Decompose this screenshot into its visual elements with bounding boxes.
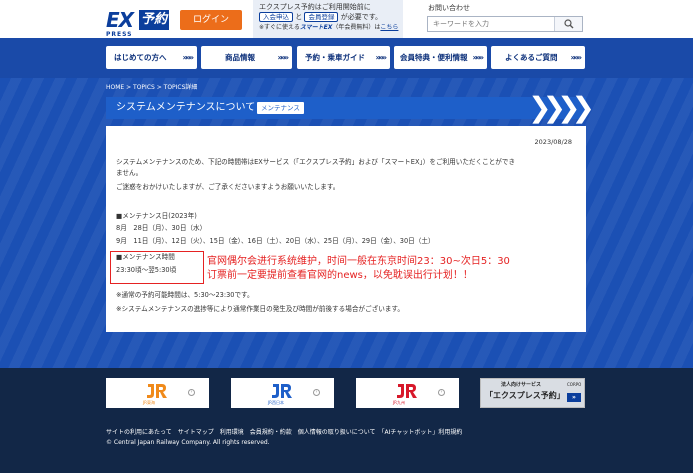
corporate-mini-label: CORPO	[567, 382, 582, 387]
annotation-line-1: 官网偶尔会进行系统维护，时间一般在东京时间23：30~次日5：30	[207, 256, 510, 267]
admission-button[interactable]: 入会申込	[259, 12, 293, 22]
nav-item-label: はじめての方へ	[114, 53, 167, 62]
jr-kyushu-label: JR九州	[393, 400, 405, 405]
nav-item-ride-guide[interactable]: 予約・乗車ガイド »»»	[297, 46, 390, 69]
chevron-right-icon: »»»	[472, 53, 483, 62]
corporate-express-title: 「エクスプレス予約」	[485, 391, 565, 400]
maintenance-days-aug: 8月 28日（月）、30日（水）	[116, 224, 207, 232]
nav-item-label: 予約・乗車ガイド	[305, 53, 365, 62]
chevron-right-icon: ›	[188, 389, 195, 396]
nav-item-faq[interactable]: よくあるご質問 »»»	[491, 46, 585, 69]
jr-west-banner[interactable]: JR西日本 ›	[231, 378, 334, 408]
logo-sub-text: PRESS	[106, 31, 133, 38]
inquiry-link[interactable]: お問い合わせ	[428, 4, 470, 13]
notice-line3: ※すぐに使えるスマートEX（年会費無料）はこちら	[259, 23, 398, 32]
chevron-right-icon: »»»	[182, 53, 193, 62]
nav-item-first-time[interactable]: はじめての方へ »»»	[106, 46, 197, 69]
smart-ex-link[interactable]: こちら	[380, 24, 398, 31]
note-schedule-change: ※システムメンテナンスの進捗等により通常作業日の発生及び時間が前後する場合がござ…	[116, 305, 404, 313]
copyright: © Central Japan Railway Company. All rig…	[106, 439, 270, 446]
logo-yoyaku-text: 予約	[139, 10, 169, 30]
article-date: 2023/08/28	[534, 138, 572, 146]
site-footer: JR東海 › JR西日本 › JR九州 › 法人向けサービス 「エクスプレス予約…	[0, 368, 693, 473]
jr-kyushu-logo-icon	[397, 384, 417, 398]
jr-west-label: JR西日本	[268, 400, 284, 405]
article-content: 2023/08/28 システムメンテナンスのため、下記の時間帯はEXサービス（「…	[106, 126, 586, 332]
chevron-right-icon: ›	[313, 389, 320, 396]
notice-line2-end: が必要です。	[340, 13, 383, 21]
notice-line2: 入会申込 と 会員登録 が必要です。	[259, 12, 397, 23]
intro-line-2: ません。	[116, 169, 143, 177]
global-nav: はじめての方へ »»» 商品情報 »»» 予約・乗車ガイド »»» 会員特典・便…	[0, 38, 693, 78]
notice-line3-prefix: ※すぐに使える	[259, 24, 300, 31]
jr-kyushu-banner[interactable]: JR九州 ›	[356, 378, 459, 408]
chevron-right-icon: ›	[438, 389, 445, 396]
nav-item-label: 会員特典・便利情報	[400, 53, 468, 62]
page-title: システムメンテナンスについて	[116, 102, 256, 113]
nav-item-products[interactable]: 商品情報 »»»	[201, 46, 292, 69]
search-box	[427, 16, 583, 32]
jr-central-logo-icon	[147, 384, 167, 398]
category-badge: メンテナンス	[257, 102, 304, 114]
intro-line-3: ご迷惑をおかけいたしますが、ご了承くださいますようお願いいたします。	[116, 183, 340, 191]
page-title-bar: システムメンテナンスについて メンテナンス ❯❯❯❯	[106, 91, 595, 124]
smart-ex-logo: スマートEX	[299, 24, 333, 31]
ex-yoyaku-logo[interactable]: EX 予約 PRESS	[106, 8, 170, 38]
intro-line-1: システムメンテナンスのため、下記の時間帯はEXサービス（「エクスプレス予約」およ…	[116, 158, 516, 166]
search-input[interactable]	[428, 17, 554, 31]
notice-line1: エクスプレス予約はご利用開始前に	[259, 3, 371, 11]
nav-item-member-benefits[interactable]: 会員特典・便利情報 »»»	[394, 46, 487, 69]
site-header: EX 予約 PRESS ログイン エクスプレス予約はご利用開始前に 入会申込 と…	[0, 0, 693, 38]
footer-links[interactable]: サイトの利用にあたって サイトマップ 利用環境 会員規約・約款 個人情報の取り扱…	[106, 429, 462, 437]
login-button[interactable]: ログイン	[180, 10, 242, 30]
jr-central-banner[interactable]: JR東海 ›	[106, 378, 209, 408]
nav-item-label: 商品情報	[225, 53, 255, 62]
notice-line3-mid: （年会費無料）は	[332, 24, 381, 31]
chevron-right-icon: »»»	[375, 53, 386, 62]
maintenance-days-heading: ■メンテナンス日(2023年)	[116, 212, 197, 220]
maintenance-days-sep: 9月 11日（月）、12日（火）、15日（金）、16日（土）、20日（水）、25…	[116, 237, 435, 245]
arrow-right-icon: »	[567, 393, 581, 402]
member-registration-button[interactable]: 会員登録	[304, 12, 339, 22]
jr-west-logo-icon	[272, 384, 292, 398]
notice-conj: と	[295, 13, 303, 21]
jr-central-label: JR東海	[143, 400, 155, 405]
note-reservation-hours: ※通常の予約可能時間は、5:30～23:30です。	[116, 291, 254, 299]
decorative-arrows-icon: ❯❯❯❯	[528, 91, 595, 124]
chevron-right-icon: »»»	[570, 53, 581, 62]
search-button[interactable]	[554, 17, 582, 31]
corporate-service-label: 法人向けサービス	[501, 382, 542, 388]
highlight-box	[110, 251, 204, 284]
nav-item-label: よくあるご質問	[505, 53, 558, 62]
corporate-express-banner[interactable]: 法人向けサービス 「エクスプレス予約」 CORPO »	[480, 378, 585, 408]
breadcrumb[interactable]: HOME > TOPICS > TOPICS詳細	[106, 84, 197, 92]
chevron-right-icon: »»»	[277, 53, 288, 62]
membership-notice: エクスプレス予約はご利用開始前に 入会申込 と 会員登録 が必要です。 ※すぐに…	[253, 0, 403, 38]
logo-ex-text: EX	[106, 8, 134, 32]
annotation-line-2: 订票前一定要提前查看官网的news，以免耽误出行计划！！	[207, 270, 473, 281]
search-icon	[564, 19, 574, 29]
